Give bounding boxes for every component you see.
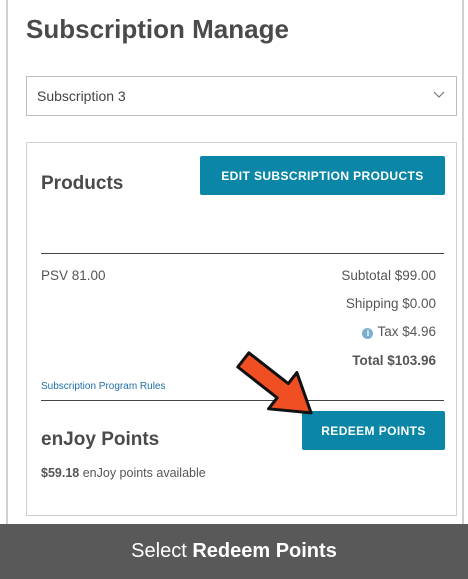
subtotal: Subtotal $99.00 [341,268,436,283]
page-title: Subscription Manage [26,14,289,44]
psv-value: PSV 81.00 [41,268,106,283]
subscription-select[interactable]: Subscription 3 [26,76,457,116]
subscription-card: Products EDIT SUBSCRIPTION PRODUCTS PSV … [26,142,457,516]
subscription-rules-link[interactable]: Subscription Program Rules [41,381,166,392]
instruction-prefix: Select [131,540,193,562]
pointer-arrow-icon [236,351,313,415]
instruction-emphasis: Redeem Points [192,540,337,562]
points-label: enJoy points available [82,466,206,480]
points-amount: $59.18 [41,466,80,480]
divider [41,253,444,254]
chevron-down-icon [433,91,445,98]
enjoy-points-heading: enJoy Points [41,429,160,450]
edit-subscription-products-button[interactable]: EDIT SUBSCRIPTION PRODUCTS [200,156,445,195]
total: Total $103.96 [352,353,436,368]
tax-row: i Tax $4.96 [362,324,436,339]
instruction-bar: Select Redeem Points [0,524,468,579]
info-icon[interactable]: i [362,328,374,339]
tax: Tax $4.96 [377,324,436,339]
points-available: $59.18 enJoy points available [41,466,206,480]
subscription-select-value: Subscription 3 [37,88,126,104]
shipping: Shipping $0.00 [345,296,436,311]
products-heading: Products [41,173,124,194]
